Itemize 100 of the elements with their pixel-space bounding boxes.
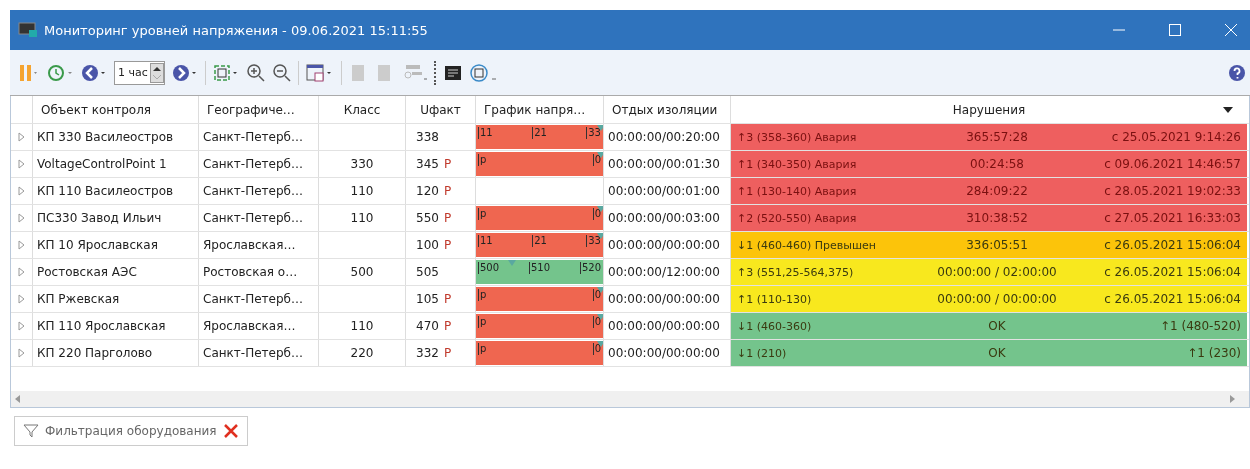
fit-frame-icon[interactable] <box>211 62 240 83</box>
table-cell: 105 <box>416 292 439 306</box>
table-cell: 470 <box>416 319 439 333</box>
table-cell: 110 <box>350 319 374 333</box>
expand-icon[interactable] <box>18 132 25 142</box>
scale-label: p <box>478 208 487 220</box>
scale-label: 11 <box>478 235 493 247</box>
scale-label: p <box>478 289 487 301</box>
scroll-left-icon[interactable] <box>15 395 20 403</box>
table-cell: 338 <box>416 130 439 144</box>
violation-since: с 09.06.2021 14:46:57 <box>1103 157 1241 171</box>
spinner-arrows-icon[interactable] <box>149 62 164 83</box>
violation-duration: 336:05:51 <box>965 238 1029 252</box>
column-header[interactable]: Отдых изоляции <box>604 96 731 123</box>
scale-label: 510 <box>528 262 551 274</box>
violation-text: ↑1 (130-140) Авария <box>737 184 858 198</box>
violation-duration: 284:09:22 <box>965 184 1029 198</box>
pause-icon[interactable] <box>18 62 40 83</box>
violation-since: с 26.05.2021 15:06:04 <box>1103 238 1241 252</box>
scale-label: p <box>478 154 487 166</box>
table-cell: КП Ржевская <box>33 286 199 312</box>
table-cell: Санкт-Петерб… <box>199 340 319 366</box>
forward-icon[interactable] <box>170 62 199 83</box>
violation-since: с 26.05.2021 15:06:04 <box>1103 265 1241 279</box>
period-spinner[interactable]: 1 час <box>114 60 165 85</box>
flag-label: P <box>443 238 452 252</box>
table-cell: 330 <box>350 157 374 171</box>
violation-text: ↑3 (551,25-564,375) <box>737 265 855 279</box>
table-cell: Ярославская… <box>199 313 319 339</box>
table-cell: 505 <box>416 265 439 279</box>
filter-chip[interactable]: Фильтрация оборудования <box>14 416 248 446</box>
flag-label: P <box>443 157 452 171</box>
column-header[interactable]: Класс <box>319 96 406 123</box>
table-cell: КП 110 Ярославская <box>33 313 199 339</box>
expand-icon[interactable] <box>18 159 25 169</box>
monitor-icon <box>18 22 38 38</box>
table-cell: 332 <box>416 346 439 360</box>
scale-label: 520 <box>579 262 601 274</box>
scale-label: 500 <box>478 262 500 274</box>
funnel-icon <box>23 423 39 439</box>
flag-label: P <box>443 292 452 306</box>
close-icon[interactable] <box>1224 23 1238 37</box>
window-title: Мониторинг уровней напряжения - 09.06.2021 15:11:55 <box>44 22 428 38</box>
maximize-icon[interactable] <box>1168 23 1182 37</box>
table-cell: Ростовская о… <box>199 259 319 285</box>
table-cell: КП 110 Василеостров <box>33 178 199 204</box>
zoom-out-icon[interactable] <box>271 62 292 83</box>
table-cell: Ярославская… <box>199 232 319 258</box>
column-header[interactable]: Объект контроля <box>33 96 199 123</box>
expand-icon[interactable] <box>18 267 25 277</box>
scale-label: p <box>478 316 487 328</box>
violation-text: ↑1 (340-350) Авария <box>737 157 858 171</box>
expand-icon[interactable] <box>18 186 25 196</box>
scroll-right-icon[interactable] <box>1230 395 1235 403</box>
table-cell: 110 <box>350 184 374 198</box>
violation-since: с 25.05.2021 9:14:26 <box>1110 130 1241 144</box>
table-cell: Санкт-Петерб… <box>199 178 319 204</box>
table-cell: 100 <box>416 238 439 252</box>
expand-icon[interactable] <box>18 240 25 250</box>
help-icon[interactable] <box>1228 63 1246 82</box>
expand-icon[interactable] <box>18 213 25 223</box>
horizontal-scrollbar[interactable] <box>11 391 1249 407</box>
history-icon[interactable] <box>46 62 74 83</box>
table-cell: КП 220 Парголово <box>33 340 199 366</box>
flag-label: P <box>443 184 452 198</box>
column-header[interactable]: Нарушения <box>731 96 1247 123</box>
table-cell: Санкт-Петерб… <box>199 205 319 231</box>
violation-since: с 28.05.2021 19:02:33 <box>1103 184 1241 198</box>
violation-duration: OK <box>987 346 1007 360</box>
layout-icon[interactable] <box>468 62 499 83</box>
table-cell: Санкт-Петерб… <box>199 151 319 177</box>
table-cell: 120 <box>416 184 439 198</box>
column-header[interactable]: График напря… <box>476 96 604 123</box>
expand-icon[interactable] <box>18 321 25 331</box>
violation-since: с 26.05.2021 15:06:04 <box>1103 292 1241 306</box>
expand-icon[interactable] <box>18 294 25 304</box>
scale-label: 21 <box>532 235 547 247</box>
expand-icon[interactable] <box>18 348 25 358</box>
table-cell: 500 <box>350 265 374 279</box>
violation-text: ↑2 (520-550) Авария <box>737 211 858 225</box>
violation-text: ↓1 (460-360) <box>737 319 813 333</box>
zoom-in-icon[interactable] <box>245 62 266 83</box>
table-cell: КП 10 Ярославская <box>33 232 199 258</box>
dropdown-icon[interactable] <box>1223 107 1233 113</box>
violation-duration: 310:38:52 <box>965 211 1029 225</box>
violation-text: ↓1 (460-460) Превышен <box>737 238 877 252</box>
violation-duration: OK <box>987 319 1007 333</box>
table-cell: ПС330 Завод Ильич <box>33 205 199 231</box>
table-cell: Санкт-Петерб… <box>199 286 319 312</box>
violation-duration: 365:57:28 <box>965 130 1029 144</box>
back-icon[interactable] <box>80 62 108 83</box>
table-cell: 345 <box>416 157 439 171</box>
violation-duration: 00:24:58 <box>969 157 1025 171</box>
violation-text: ↑1 (110-130) <box>737 292 813 306</box>
violation-duration: 00:00:00 / 00:00:00 <box>936 292 1058 306</box>
flag-label: P <box>443 211 452 225</box>
column-header[interactable]: Географиче… <box>199 96 319 123</box>
table-cell: Ростовская АЭС <box>33 259 199 285</box>
remove-icon[interactable] <box>222 423 239 439</box>
column-header[interactable]: Uфакт <box>406 96 476 123</box>
